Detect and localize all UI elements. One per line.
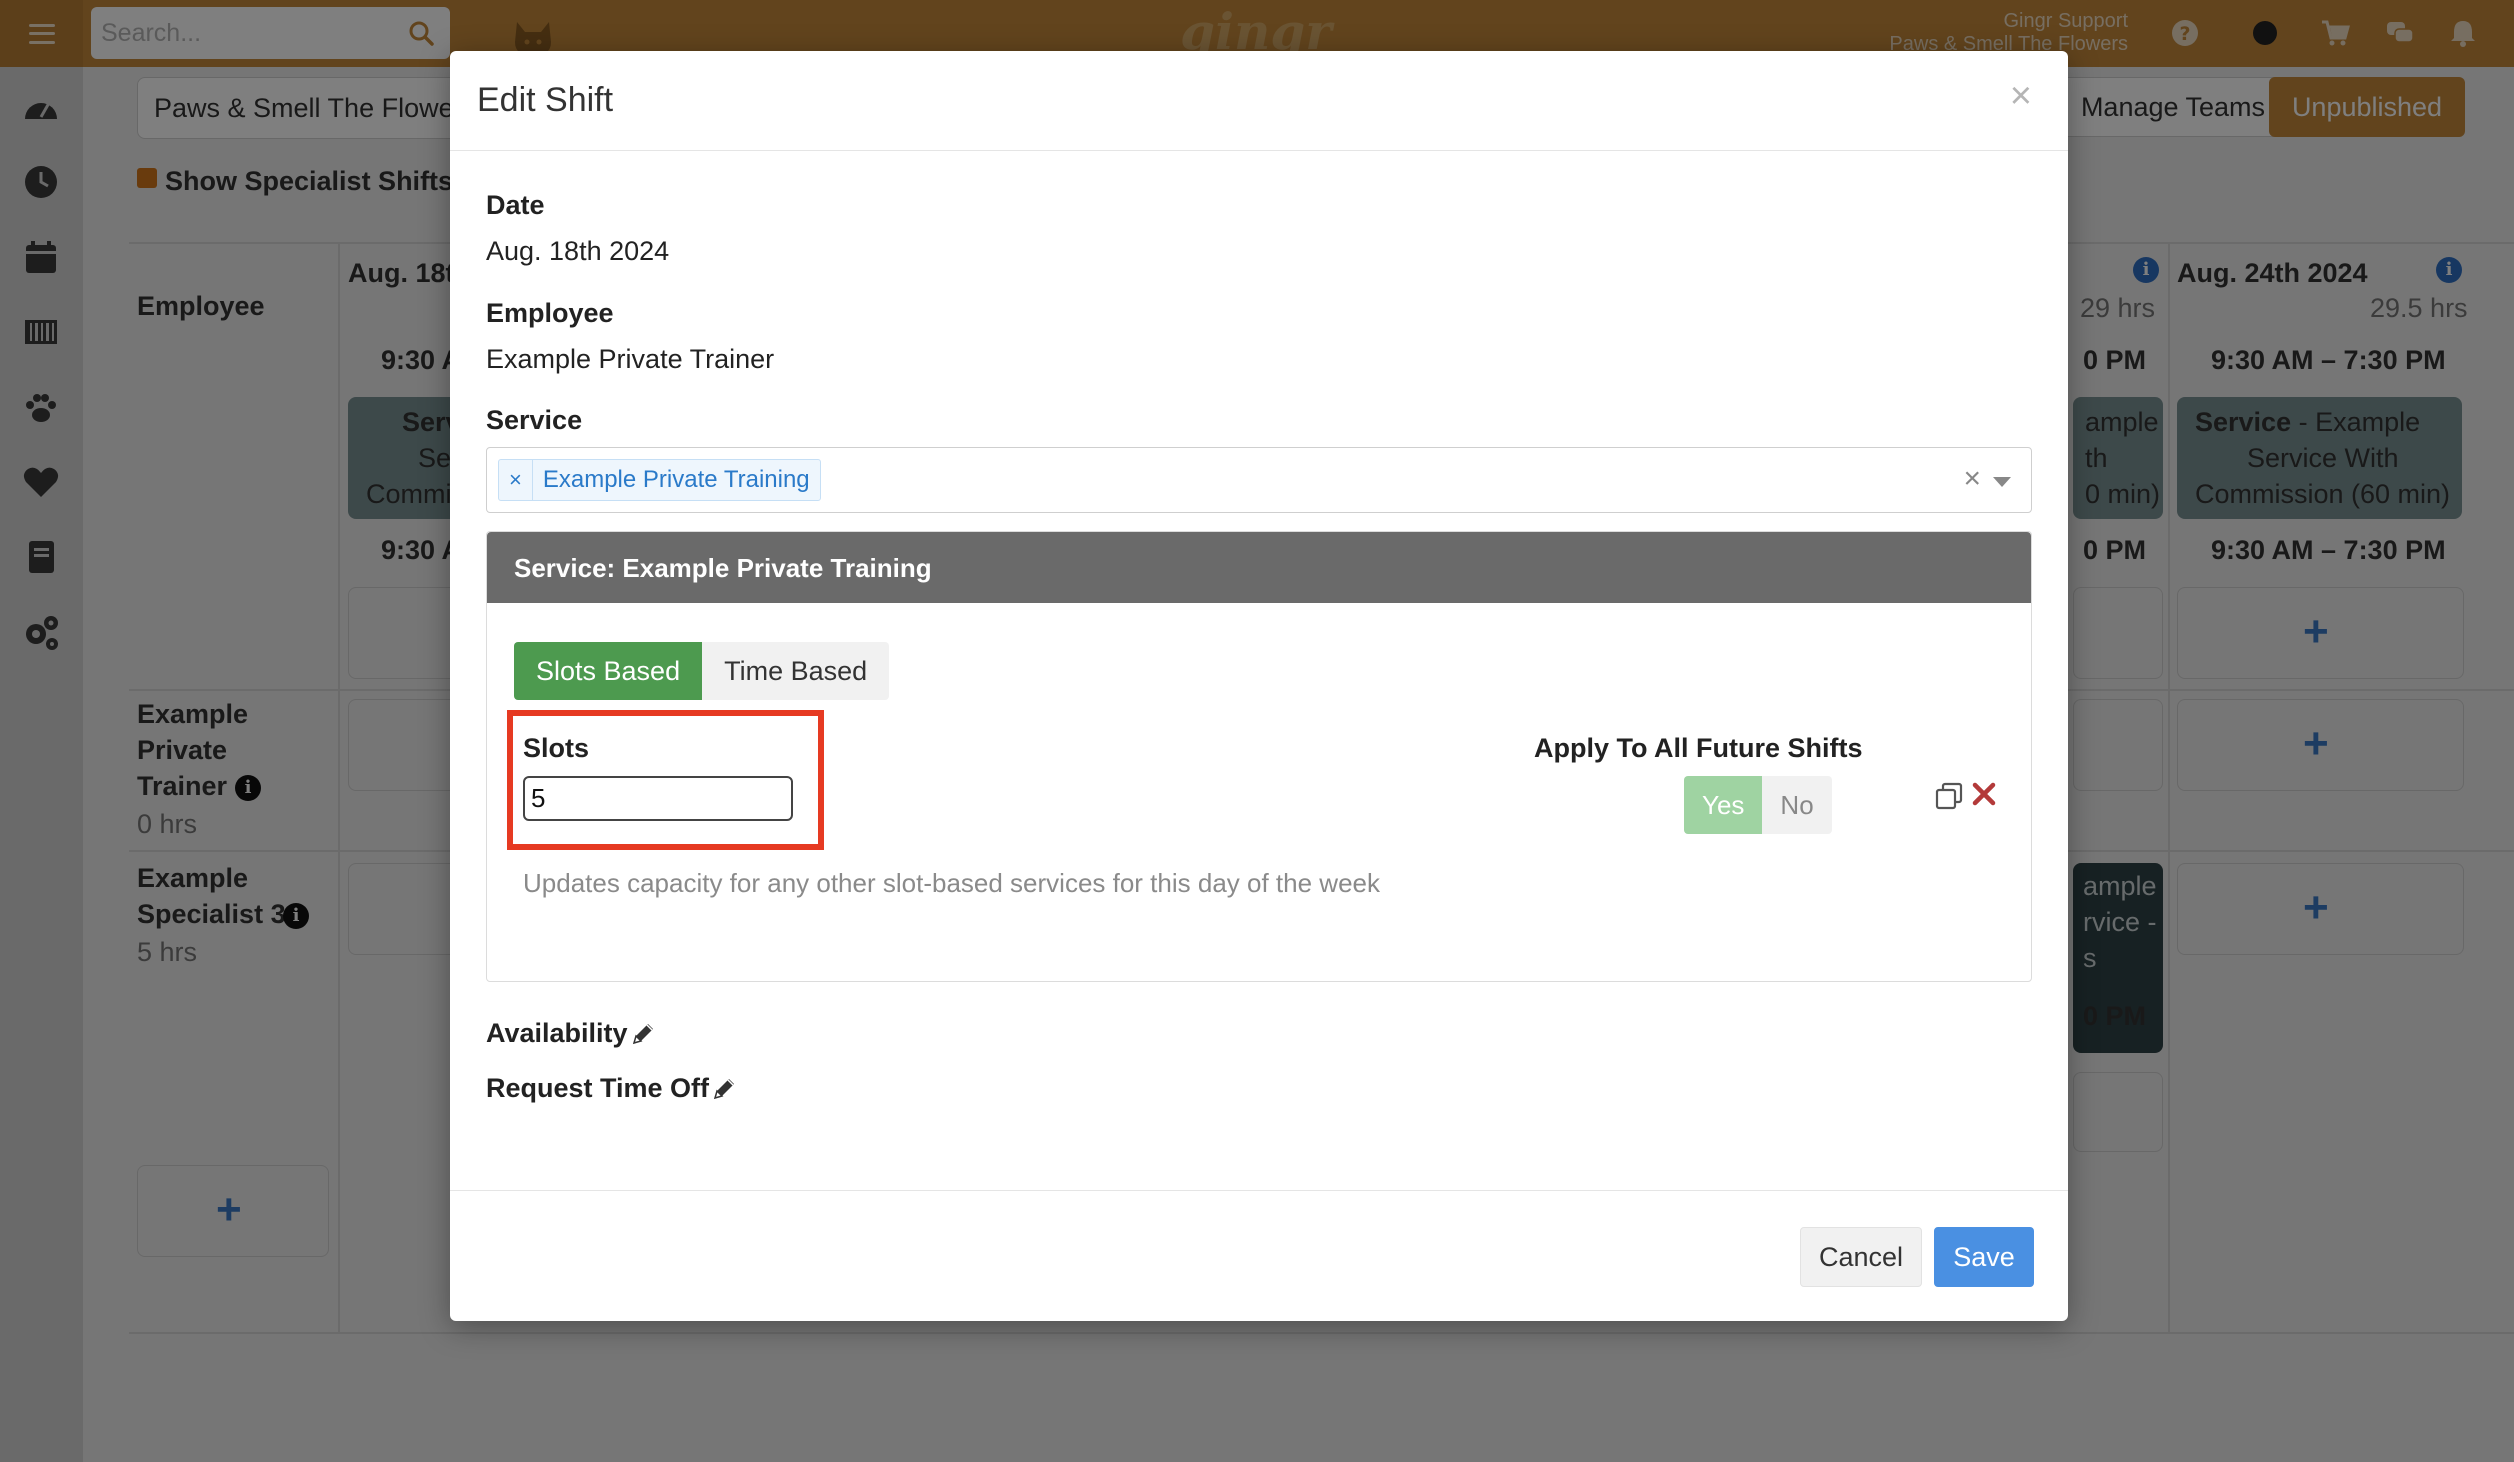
employee-label: Employee xyxy=(486,298,614,328)
service-panel-header: Service: Example Private Training xyxy=(487,532,2031,603)
service-tag-label: Example Private Training xyxy=(542,466,810,493)
modal-footer: Cancel Save xyxy=(450,1190,2068,1321)
apply-future-label: Apply To All Future Shifts xyxy=(1534,733,1863,763)
tag-remove-icon[interactable]: × xyxy=(499,460,533,500)
pencil-icon[interactable] xyxy=(711,1076,737,1102)
request-time-off-label: Request Time Off xyxy=(486,1073,710,1103)
service-label: Service xyxy=(486,405,583,435)
availability-label: Availability xyxy=(486,1018,628,1048)
request-time-off-edit[interactable]: Request Time Off xyxy=(486,1073,737,1104)
clear-selection-icon[interactable]: × xyxy=(1963,462,1981,496)
modal-header: Edit Shift × xyxy=(450,51,2068,151)
capacity-mode-tabs: Slots Based Time Based xyxy=(514,642,890,700)
tab-slots-based[interactable]: Slots Based xyxy=(514,642,703,700)
yes-button[interactable]: Yes xyxy=(1684,776,1763,834)
tab-time-based[interactable]: Time Based xyxy=(702,642,890,700)
close-icon[interactable]: × xyxy=(2010,75,2032,118)
service-multiselect[interactable]: × Example Private Training × xyxy=(486,447,2032,513)
edit-shift-modal: Edit Shift × Date Aug. 18th 2024 Employe… xyxy=(450,51,2068,1321)
employee-value: Example Private Trainer xyxy=(486,344,775,374)
date-value: Aug. 18th 2024 xyxy=(486,236,670,266)
cancel-button[interactable]: Cancel xyxy=(1800,1227,1922,1287)
slots-help-text: Updates capacity for any other slot-base… xyxy=(523,868,1380,898)
remove-icon[interactable] xyxy=(1971,781,1997,807)
pencil-icon[interactable] xyxy=(630,1021,656,1047)
service-panel-title: Service: Example Private Training xyxy=(514,553,932,583)
save-button[interactable]: Save xyxy=(1934,1227,2034,1287)
slots-label: Slots xyxy=(523,733,590,763)
date-label: Date xyxy=(486,190,545,220)
service-tag: × Example Private Training xyxy=(498,459,821,501)
no-button[interactable]: No xyxy=(1762,776,1832,834)
availability-edit[interactable]: Availability xyxy=(486,1018,656,1049)
slots-input[interactable] xyxy=(523,776,793,821)
modal-title: Edit Shift xyxy=(477,81,614,119)
apply-future-toggle: Yes No xyxy=(1684,776,1832,834)
copy-icon[interactable] xyxy=(1934,781,1964,811)
service-settings-panel: Service: Example Private Training Slots … xyxy=(486,531,2032,982)
chevron-down-icon[interactable] xyxy=(1993,477,2011,487)
